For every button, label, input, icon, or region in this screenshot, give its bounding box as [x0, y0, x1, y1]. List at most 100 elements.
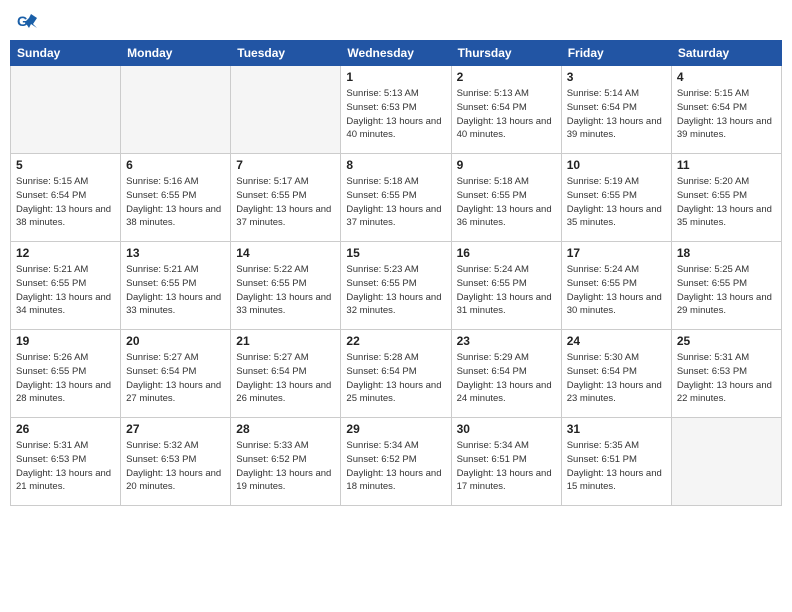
- calendar-cell: 11Sunrise: 5:20 AMSunset: 6:55 PMDayligh…: [671, 154, 781, 242]
- day-info: Sunrise: 5:35 AMSunset: 6:51 PMDaylight:…: [567, 439, 666, 494]
- day-info: Sunrise: 5:15 AMSunset: 6:54 PMDaylight:…: [16, 175, 115, 230]
- page-header: G: [10, 10, 782, 32]
- calendar-cell: 21 Sunrise: 5:27 AMSunset: 6:54 PMDayligh…: [231, 330, 341, 418]
- day-number: 16: [457, 246, 556, 260]
- calendar-cell: 26 Sunrise: 5:31 AMSunset: 6:53 PMDayligh…: [11, 418, 121, 506]
- day-info: Sunrise: 5:31 AMSunset: 6:53 PMDaylight:…: [677, 351, 776, 406]
- day-info: Sunrise: 5:24 AMSunset: 6:55 PMDaylight:…: [567, 263, 666, 318]
- day-number: 1: [346, 70, 445, 84]
- day-number: 31: [567, 422, 666, 436]
- day-info: Sunrise: 5:14 AMSunset: 6:54 PMDaylight:…: [567, 87, 666, 142]
- calendar-cell: 6Sunrise: 5:16 AMSunset: 6:55 PMDaylight…: [121, 154, 231, 242]
- day-of-week-header: Friday: [561, 41, 671, 66]
- calendar-cell: 27Sunrise: 5:32 AMSunset: 6:53 PMDayligh…: [121, 418, 231, 506]
- calendar-cell: 17 Sunrise: 5:24 AMSunset: 6:55 PMDayligh…: [561, 242, 671, 330]
- calendar-cell: 30 Sunrise: 5:34 AMSunset: 6:51 PMDayligh…: [451, 418, 561, 506]
- day-info: Sunrise: 5:26 AMSunset: 6:55 PMDaylight:…: [16, 351, 115, 406]
- day-info: Sunrise: 5:29 AMSunset: 6:54 PMDaylight:…: [457, 351, 556, 406]
- calendar-cell: 24 Sunrise: 5:30 AMSunset: 6:54 PMDayligh…: [561, 330, 671, 418]
- calendar-week-row: 1 Sunrise: 5:13 AMSunset: 6:53 PMDaylight…: [11, 66, 782, 154]
- day-number: 18: [677, 246, 776, 260]
- day-number: 21: [236, 334, 335, 348]
- calendar-week-row: 19Sunrise: 5:26 AMSunset: 6:55 PMDayligh…: [11, 330, 782, 418]
- day-number: 22: [346, 334, 445, 348]
- day-number: 24: [567, 334, 666, 348]
- calendar-week-row: 12 Sunrise: 5:21 AMSunset: 6:55 PMDayligh…: [11, 242, 782, 330]
- day-info: Sunrise: 5:24 AMSunset: 6:55 PMDaylight:…: [457, 263, 556, 318]
- day-info: Sunrise: 5:17 AMSunset: 6:55 PMDaylight:…: [236, 175, 335, 230]
- calendar-cell: 22 Sunrise: 5:28 AMSunset: 6:54 PMDayligh…: [341, 330, 451, 418]
- day-info: Sunrise: 5:27 AMSunset: 6:54 PMDaylight:…: [126, 351, 225, 406]
- calendar-cell: 20 Sunrise: 5:27 AMSunset: 6:54 PMDayligh…: [121, 330, 231, 418]
- logo: G: [15, 10, 41, 32]
- day-info: Sunrise: 5:20 AMSunset: 6:55 PMDaylight:…: [677, 175, 776, 230]
- day-number: 4: [677, 70, 776, 84]
- day-info: Sunrise: 5:31 AMSunset: 6:53 PMDaylight:…: [16, 439, 115, 494]
- day-number: 6: [126, 158, 225, 172]
- day-of-week-header: Saturday: [671, 41, 781, 66]
- day-number: 30: [457, 422, 556, 436]
- calendar-cell: 1 Sunrise: 5:13 AMSunset: 6:53 PMDaylight…: [341, 66, 451, 154]
- day-number: 20: [126, 334, 225, 348]
- day-info: Sunrise: 5:19 AMSunset: 6:55 PMDaylight:…: [567, 175, 666, 230]
- day-number: 28: [236, 422, 335, 436]
- calendar-cell: [231, 66, 341, 154]
- day-info: Sunrise: 5:18 AMSunset: 6:55 PMDaylight:…: [457, 175, 556, 230]
- day-info: Sunrise: 5:22 AMSunset: 6:55 PMDaylight:…: [236, 263, 335, 318]
- day-info: Sunrise: 5:25 AMSunset: 6:55 PMDaylight:…: [677, 263, 776, 318]
- day-number: 23: [457, 334, 556, 348]
- day-number: 17: [567, 246, 666, 260]
- day-info: Sunrise: 5:18 AMSunset: 6:55 PMDaylight:…: [346, 175, 445, 230]
- calendar-cell: 31 Sunrise: 5:35 AMSunset: 6:51 PMDayligh…: [561, 418, 671, 506]
- calendar-week-row: 5 Sunrise: 5:15 AMSunset: 6:54 PMDaylight…: [11, 154, 782, 242]
- day-number: 7: [236, 158, 335, 172]
- day-info: Sunrise: 5:30 AMSunset: 6:54 PMDaylight:…: [567, 351, 666, 406]
- day-of-week-header: Monday: [121, 41, 231, 66]
- day-number: 5: [16, 158, 115, 172]
- day-info: Sunrise: 5:28 AMSunset: 6:54 PMDaylight:…: [346, 351, 445, 406]
- day-info: Sunrise: 5:21 AMSunset: 6:55 PMDaylight:…: [16, 263, 115, 318]
- day-number: 26: [16, 422, 115, 436]
- day-of-week-header: Thursday: [451, 41, 561, 66]
- day-info: Sunrise: 5:27 AMSunset: 6:54 PMDaylight:…: [236, 351, 335, 406]
- calendar-cell: 7 Sunrise: 5:17 AMSunset: 6:55 PMDaylight…: [231, 154, 341, 242]
- day-info: Sunrise: 5:32 AMSunset: 6:53 PMDaylight:…: [126, 439, 225, 494]
- calendar-cell: [121, 66, 231, 154]
- calendar-cell: 15Sunrise: 5:23 AMSunset: 6:55 PMDayligh…: [341, 242, 451, 330]
- day-of-week-header: Sunday: [11, 41, 121, 66]
- calendar-cell: 13Sunrise: 5:21 AMSunset: 6:55 PMDayligh…: [121, 242, 231, 330]
- day-info: Sunrise: 5:33 AMSunset: 6:52 PMDaylight:…: [236, 439, 335, 494]
- calendar-cell: 4 Sunrise: 5:15 AMSunset: 6:54 PMDaylight…: [671, 66, 781, 154]
- calendar-cell: [11, 66, 121, 154]
- calendar-cell: 23 Sunrise: 5:29 AMSunset: 6:54 PMDayligh…: [451, 330, 561, 418]
- days-header-row: SundayMondayTuesdayWednesdayThursdayFrid…: [11, 41, 782, 66]
- calendar-cell: 5 Sunrise: 5:15 AMSunset: 6:54 PMDaylight…: [11, 154, 121, 242]
- day-number: 8: [346, 158, 445, 172]
- day-number: 12: [16, 246, 115, 260]
- day-info: Sunrise: 5:34 AMSunset: 6:52 PMDaylight:…: [346, 439, 445, 494]
- calendar-table: SundayMondayTuesdayWednesdayThursdayFrid…: [10, 40, 782, 506]
- calendar-cell: 3 Sunrise: 5:14 AMSunset: 6:54 PMDaylight…: [561, 66, 671, 154]
- calendar-cell: 14 Sunrise: 5:22 AMSunset: 6:55 PMDayligh…: [231, 242, 341, 330]
- day-number: 3: [567, 70, 666, 84]
- calendar-cell: 25 Sunrise: 5:31 AMSunset: 6:53 PMDayligh…: [671, 330, 781, 418]
- day-number: 25: [677, 334, 776, 348]
- calendar-cell: 12 Sunrise: 5:21 AMSunset: 6:55 PMDayligh…: [11, 242, 121, 330]
- calendar-cell: 29Sunrise: 5:34 AMSunset: 6:52 PMDayligh…: [341, 418, 451, 506]
- calendar-cell: 2 Sunrise: 5:13 AMSunset: 6:54 PMDaylight…: [451, 66, 561, 154]
- day-number: 14: [236, 246, 335, 260]
- day-of-week-header: Tuesday: [231, 41, 341, 66]
- day-info: Sunrise: 5:15 AMSunset: 6:54 PMDaylight:…: [677, 87, 776, 142]
- day-info: Sunrise: 5:13 AMSunset: 6:53 PMDaylight:…: [346, 87, 445, 142]
- calendar-cell: 8 Sunrise: 5:18 AMSunset: 6:55 PMDaylight…: [341, 154, 451, 242]
- calendar-cell: 9 Sunrise: 5:18 AMSunset: 6:55 PMDaylight…: [451, 154, 561, 242]
- day-number: 13: [126, 246, 225, 260]
- day-number: 2: [457, 70, 556, 84]
- day-number: 9: [457, 158, 556, 172]
- calendar-cell: 28 Sunrise: 5:33 AMSunset: 6:52 PMDayligh…: [231, 418, 341, 506]
- calendar-cell: [671, 418, 781, 506]
- logo-icon: G: [15, 10, 37, 32]
- day-info: Sunrise: 5:13 AMSunset: 6:54 PMDaylight:…: [457, 87, 556, 142]
- calendar-cell: 19Sunrise: 5:26 AMSunset: 6:55 PMDayligh…: [11, 330, 121, 418]
- day-info: Sunrise: 5:34 AMSunset: 6:51 PMDaylight:…: [457, 439, 556, 494]
